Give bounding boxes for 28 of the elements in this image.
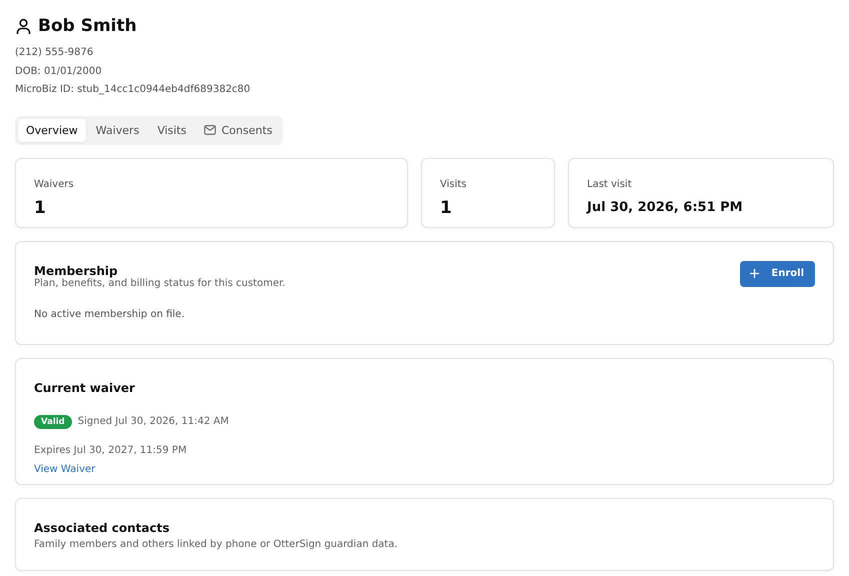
customer-name: Bob Smith <box>38 16 137 36</box>
stat-value: Jul 30, 2026, 6:51 PM <box>587 200 744 214</box>
stat-value: 1 <box>440 198 453 218</box>
empty-message: No active membership on file. <box>34 308 186 320</box>
card-title: Current waiver <box>34 380 136 394</box>
view-waiver-link[interactable]: View Waiver <box>34 464 96 474</box>
tab[interactable]: Overview <box>18 118 86 142</box>
card-title: Membership <box>34 264 119 278</box>
customer-detail: (212) 555-9876 <box>15 47 94 58</box>
plus-icon <box>750 269 760 278</box>
expiry-date: Expires Jul 30, 2027, 11:59 PM <box>34 444 187 456</box>
stat-value: 1 <box>34 198 47 218</box>
person-icon <box>15 18 32 34</box>
status-badge: Valid <box>34 414 72 428</box>
card-subtitle: Family members and others linked by phone or OtterSign guardian data. <box>34 538 399 550</box>
stat-label: Waivers <box>34 178 75 190</box>
card-subtitle: Plan, benefits, and billing status for this customer. <box>34 278 286 288</box>
tab[interactable]: Visits <box>149 118 194 142</box>
customer-detail: MicroBiz ID: stub_14cc1c0944eb4df689382c80 <box>15 84 250 95</box>
enroll-button[interactable]: Enroll <box>740 260 815 286</box>
tab[interactable]: Waivers <box>88 118 148 142</box>
card-title: Associated contacts <box>34 520 171 534</box>
stat-label: Last visit <box>587 178 633 190</box>
customer-detail: DOB: 01/01/2000 <box>15 66 102 76</box>
tab[interactable]: Consents <box>196 118 280 142</box>
stat-label: Visits <box>440 178 468 190</box>
signed-date: Signed Jul 30, 2026, 11:42 AM <box>78 416 229 427</box>
mail-icon <box>204 125 216 135</box>
